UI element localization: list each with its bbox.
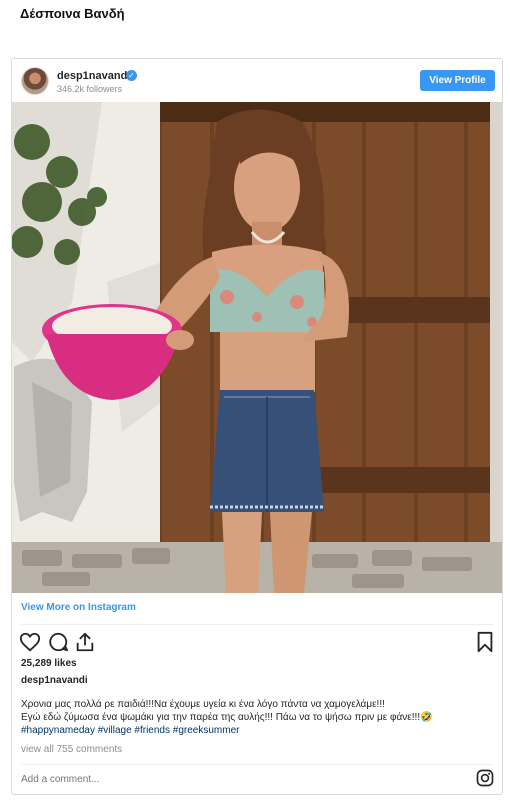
caption-line: Χρονια μας πολλά ρε παιδιά!!!Να έχουμε υ… — [21, 699, 385, 710]
caption: Χρονια μας πολλά ρε παιδιά!!!Να έχουμε υ… — [21, 698, 491, 737]
comment-bubble-icon[interactable] — [47, 631, 69, 653]
caption-username[interactable]: desp1navandi — [21, 675, 88, 686]
action-bar — [12, 628, 502, 656]
divider — [21, 764, 493, 765]
heart-icon[interactable] — [19, 631, 41, 653]
instagram-embed: desp1navandi ✓ 346.2k followers View Pro… — [11, 58, 503, 795]
comment-input[interactable] — [21, 774, 401, 785]
post-photo[interactable] — [12, 102, 502, 593]
verified-badge-icon: ✓ — [126, 70, 137, 81]
view-comments-link[interactable]: view all 755 comments — [21, 744, 122, 755]
post-photo-illustration — [12, 102, 502, 593]
share-icon[interactable] — [74, 631, 96, 653]
avatar[interactable] — [21, 67, 49, 95]
likes-count[interactable]: 25,289 likes — [21, 658, 77, 669]
caption-line: Εγώ εδώ ζύμωσα ένα ψωμάκι για την παρέα … — [21, 712, 433, 723]
divider — [21, 624, 493, 625]
instagram-logo-icon[interactable] — [476, 769, 494, 787]
bookmark-icon[interactable] — [474, 631, 496, 653]
view-more-link[interactable]: View More on Instagram — [21, 602, 136, 613]
view-profile-button[interactable]: View Profile — [420, 70, 495, 91]
hashtags[interactable]: #happynameday #village #friends #greeksu… — [21, 724, 491, 737]
post-header: desp1navandi ✓ 346.2k followers View Pro… — [12, 59, 502, 101]
username[interactable]: desp1navandi — [57, 70, 130, 82]
page-title: Δέσποινα Βανδή — [20, 6, 125, 21]
followers-count: 346.2k followers — [57, 84, 123, 94]
